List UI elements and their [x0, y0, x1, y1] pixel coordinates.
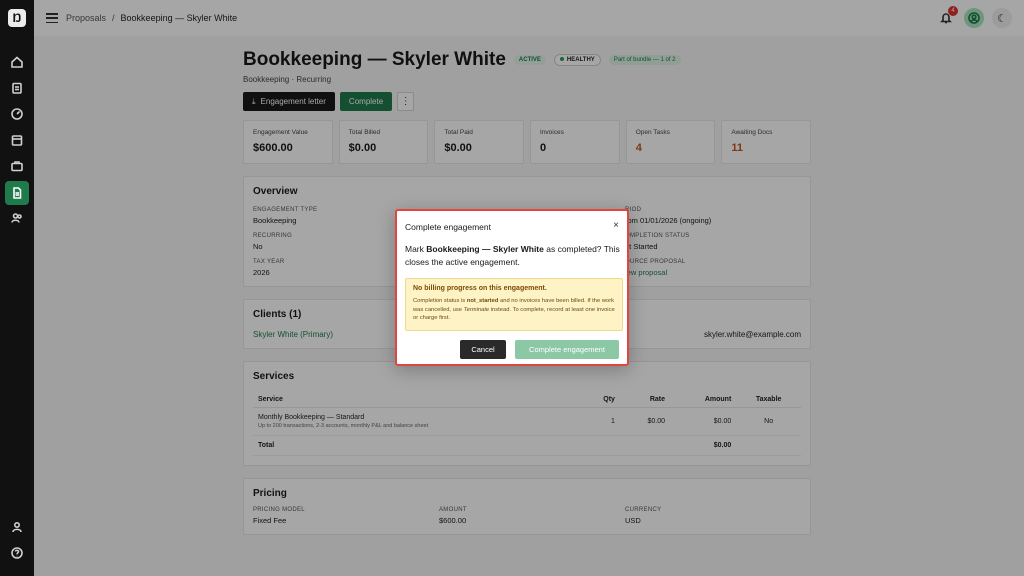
calendar-icon[interactable] — [9, 132, 25, 148]
modal-message: Mark Bookkeeping — Skyler White as compl… — [405, 244, 620, 267]
complete-engagement-button[interactable]: Complete engagement — [515, 340, 619, 359]
users-icon[interactable] — [9, 210, 25, 226]
close-icon[interactable]: × — [613, 220, 619, 231]
modal-title: Complete engagement — [405, 222, 492, 232]
user-profile-icon[interactable] — [9, 519, 25, 535]
cancel-button[interactable]: Cancel — [460, 340, 506, 359]
document-icon[interactable] — [5, 181, 29, 205]
gauge-icon[interactable] — [9, 106, 25, 122]
warning-text: Completion status is not_started and no … — [413, 298, 615, 321]
briefcase-icon[interactable] — [9, 158, 25, 174]
sidebar-rail: Ŋ — [0, 0, 34, 576]
home-icon[interactable] — [9, 54, 25, 70]
clipboard-icon[interactable] — [9, 80, 25, 96]
billing-warning: No billing progress on this engagement. … — [405, 278, 623, 331]
app-logo[interactable]: Ŋ — [8, 9, 26, 27]
warning-title: No billing progress on this engagement. — [413, 285, 547, 292]
help-icon[interactable] — [9, 545, 25, 561]
complete-engagement-modal: Complete engagement × Mark Bookkeeping —… — [395, 209, 629, 366]
